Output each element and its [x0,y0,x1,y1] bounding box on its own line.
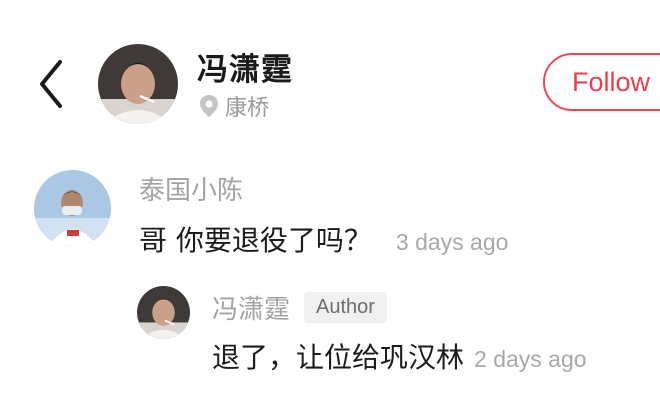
profile-name: 冯潇霆 [197,52,293,88]
reply-avatar[interactable] [137,286,190,339]
author-badge: Author [304,292,387,323]
avatar[interactable] [98,44,178,124]
reply-header: 冯潇霆 Author [212,289,387,326]
reply-item: 冯潇霆 Author 退了，让位给巩汉林 2 days ago [0,280,660,380]
comment-timestamp: 3 days ago [395,229,509,255]
reply-timestamp: 2 days ago [474,346,587,372]
reply-body: 退了，让位给巩汉林 2 days ago [212,336,587,376]
comment-author[interactable]: 泰国小陈 [139,170,243,207]
comment-item: 泰国小陈 哥 你要退役了吗？ 3 days ago [0,160,660,260]
follow-button[interactable]: Follow [543,53,660,111]
reply-text: 退了，让位给巩汉林 [212,341,465,374]
comment-text: 哥 你要退役了吗？ [139,224,372,257]
chevron-left-icon [40,60,62,108]
location-text: 康桥 [225,96,270,121]
location: 康桥 [199,91,269,121]
profile-header: 冯潇霆 康桥 Follow [0,0,660,150]
comment-body: 哥 你要退役了吗？ 3 days ago [139,219,508,259]
reply-author[interactable]: 冯潇霆 [212,289,290,326]
commenter-avatar[interactable] [34,170,111,247]
back-button[interactable] [30,58,74,110]
location-pin-icon [200,95,218,117]
